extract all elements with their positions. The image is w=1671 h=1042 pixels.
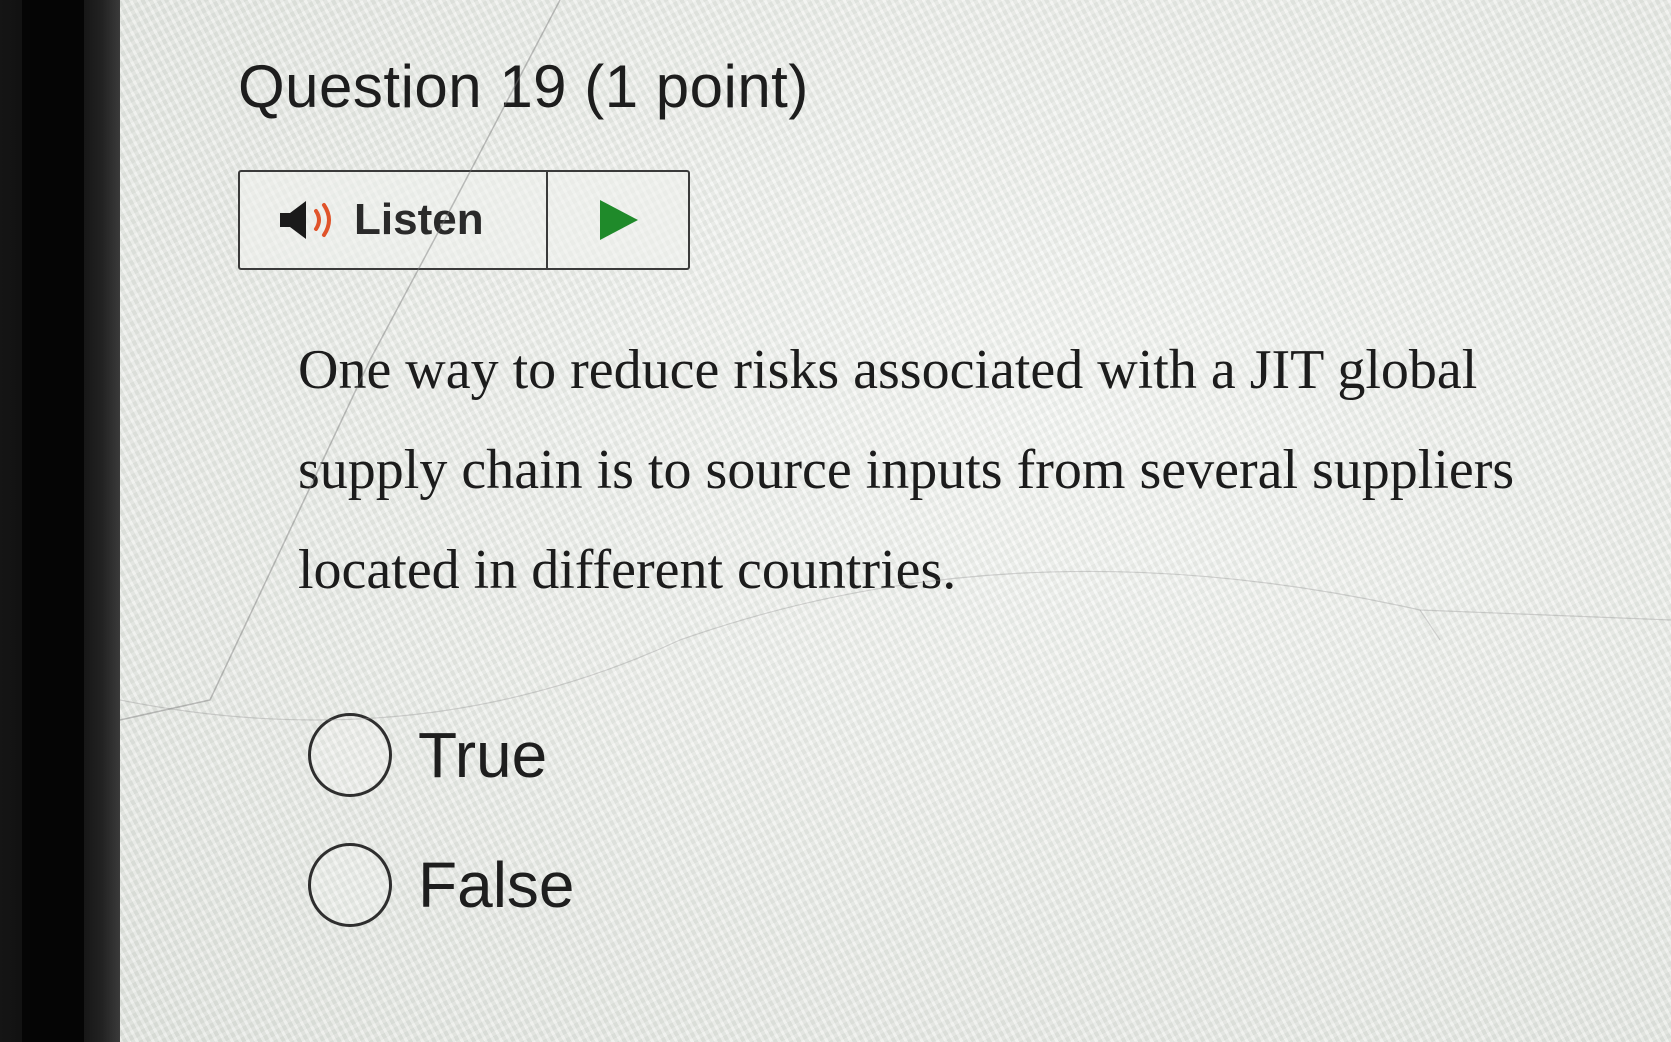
radio-button-true[interactable] xyxy=(308,713,392,797)
option-label-false: False xyxy=(418,849,575,921)
question-text: One way to reduce risks associated with … xyxy=(298,339,1515,601)
play-button[interactable] xyxy=(548,172,688,268)
device-bezel xyxy=(0,0,120,1042)
question-title: Question 19 (1 point) xyxy=(238,53,809,120)
option-false[interactable]: False xyxy=(308,820,575,950)
play-icon xyxy=(596,198,640,242)
speaker-icon xyxy=(276,197,340,243)
listen-widget: Listen xyxy=(238,170,690,270)
quiz-screen: Question 19 (1 point) Listen One way to … xyxy=(120,0,1671,1042)
option-label-true: True xyxy=(418,719,548,791)
radio-button-false[interactable] xyxy=(308,843,392,927)
listen-button[interactable]: Listen xyxy=(240,172,548,268)
option-true[interactable]: True xyxy=(308,690,575,820)
listen-label: Listen xyxy=(354,195,484,244)
answer-options: True False xyxy=(308,690,575,950)
